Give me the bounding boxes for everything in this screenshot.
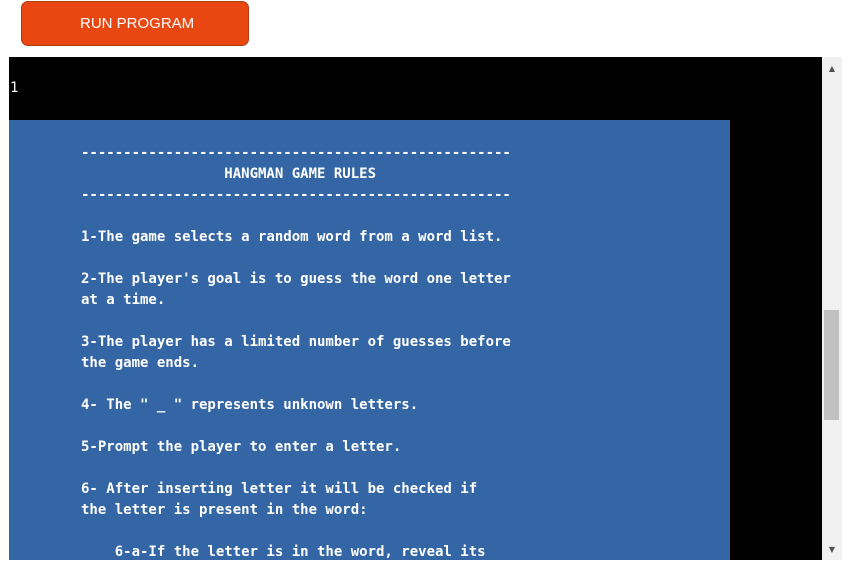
rules-line: 2-The player's goal is to guess the word… — [81, 271, 511, 287]
rules-line: 6- After inserting letter it will be che… — [81, 481, 478, 497]
rules-line: 5-Prompt the player to enter a letter. — [81, 439, 402, 455]
rules-line: ----------------------------------------… — [81, 145, 511, 161]
rules-line: the letter is present in the word: — [81, 502, 368, 518]
vertical-scrollbar[interactable]: ▲ ▼ — [822, 57, 842, 560]
rules-line: the game ends. — [81, 355, 200, 371]
rules-line: HANGMAN GAME RULES — [81, 166, 377, 182]
rules-line: 3-The player has a limited number of gue… — [81, 334, 511, 350]
terminal-output[interactable]: 1 --------------------------------------… — [9, 57, 822, 560]
scroll-thumb[interactable] — [824, 310, 839, 420]
rules-line: ----------------------------------------… — [81, 187, 511, 203]
rules-line: 6-a-If the letter is in the word, reveal… — [81, 544, 486, 560]
scroll-down-icon[interactable]: ▼ — [822, 540, 842, 558]
run-program-button[interactable]: RUN PROGRAM — [21, 1, 249, 46]
rules-line: 4- The " _ " represents unknown letters. — [81, 397, 419, 413]
rules-text: ----------------------------------------… — [81, 143, 511, 560]
rules-line: at a time. — [81, 292, 166, 308]
rules-panel: ----------------------------------------… — [9, 120, 730, 560]
rules-line: 1-The game selects a random word from a … — [81, 229, 503, 245]
scroll-up-icon[interactable]: ▲ — [822, 59, 842, 77]
terminal-output-line: 1 — [10, 80, 19, 96]
